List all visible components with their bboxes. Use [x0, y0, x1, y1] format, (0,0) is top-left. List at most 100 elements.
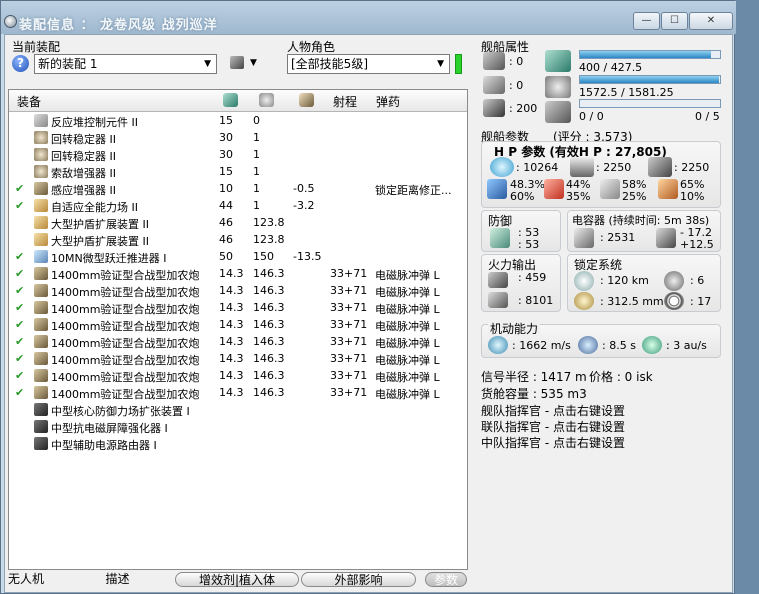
armor-icon — [570, 157, 594, 177]
kinetic-resist-armor: 25% — [622, 190, 647, 203]
fleet-commander[interactable]: 舰队指挥官 - 点击右键设置 — [481, 402, 625, 419]
active-check-icon[interactable]: ✔ — [15, 182, 24, 195]
scan-resolution: : 312.5 mm — [600, 295, 664, 308]
module-cpu: 14.3 — [219, 335, 244, 348]
module-icon — [34, 301, 48, 314]
fit-select[interactable]: 新的装配 1 ▼ — [34, 54, 217, 74]
module-cpu: 50 — [219, 250, 233, 263]
module-powergrid: 146.3 — [253, 267, 285, 280]
mobility-box: 机动能力 : 1662 m/s : 8.5 s : 3 au/s — [481, 320, 721, 358]
table-row[interactable]: 反应堆控制元件 II 15 0 — [9, 112, 467, 129]
app-icon — [4, 15, 17, 28]
module-powergrid: 146.3 — [253, 318, 285, 331]
warp-speed-icon — [642, 336, 662, 354]
table-row[interactable]: 中型核心防御力场扩张装置 I — [9, 401, 467, 418]
table-row[interactable]: ✔ 1400mm验证型合战型加农炮 14.3 146.3 33+71 电磁脉冲弹 L — [9, 265, 467, 282]
squad-commander[interactable]: 中队指挥官 - 点击右键设置 — [481, 434, 625, 451]
table-row[interactable]: ✔ 自适应全能力场 II 44 1 -3.2 — [9, 197, 467, 214]
active-check-icon[interactable]: ✔ — [15, 284, 24, 297]
table-row[interactable]: ✔ 1400mm验证型合战型加农炮 14.3 146.3 33+71 电磁脉冲弹 L — [9, 333, 467, 350]
module-ammo: 电磁脉冲弹 L — [375, 337, 440, 350]
table-row[interactable]: 中型辅助电源路由器 I — [9, 435, 467, 452]
table-row[interactable]: 中型抗电磁屏障强化器 I — [9, 418, 467, 435]
module-powergrid: 146.3 — [253, 335, 285, 348]
explosive-resist-icon — [658, 179, 678, 199]
explosive-resist-armor: 10% — [680, 190, 705, 203]
table-row[interactable]: 索敌增强器 II 15 1 — [9, 163, 467, 180]
table-row[interactable]: ✔ 1400mm验证型合战型加农炮 14.3 146.3 33+71 电磁脉冲弹 L — [9, 299, 467, 316]
active-check-icon[interactable]: ✔ — [15, 335, 24, 348]
active-check-icon[interactable]: ✔ — [15, 352, 24, 365]
calibration-icon — [545, 101, 571, 123]
active-check-icon[interactable]: ✔ — [15, 301, 24, 314]
hp-box: H P 参数 (有效H P : 27,805) : 10264 : 2250 :… — [481, 141, 721, 208]
module-ammo: 电磁脉冲弹 L — [375, 354, 440, 367]
chevron-down-icon: ▼ — [204, 59, 211, 69]
wing-commander[interactable]: 联队指挥官 - 点击右键设置 — [481, 418, 625, 435]
fit-tools-button[interactable]: ▼ — [227, 55, 263, 73]
targeting-box: 锁定系统 : 120 km : 6 : 312.5 mm : 17 — [567, 254, 721, 312]
module-powergrid: 1 — [253, 199, 260, 212]
table-row[interactable]: ✔ 1400mm验证型合战型加农炮 14.3 146.3 33+71 电磁脉冲弹 L — [9, 350, 467, 367]
table-row[interactable]: 回转稳定器 II 30 1 — [9, 146, 467, 163]
module-name: 索敌增强器 II — [51, 167, 116, 180]
table-row[interactable]: ✔ 1400mm验证型合战型加农炮 14.3 146.3 33+71 电磁脉冲弹 L — [9, 282, 467, 299]
table-row[interactable]: 大型护盾扩展装置 II 46 123.8 — [9, 231, 467, 248]
table-row[interactable]: ✔ 1400mm验证型合战型加农炮 14.3 146.3 33+71 电磁脉冲弹 L — [9, 367, 467, 384]
module-cpu: 14.3 — [219, 352, 244, 365]
tab-drones[interactable]: 无人机 — [5, 572, 47, 587]
module-icon — [34, 250, 48, 263]
close-button[interactable]: ✕ — [689, 12, 733, 30]
velocity-icon — [488, 336, 508, 354]
armor-hp: : 2250 — [596, 161, 632, 174]
capacitor-box: 电容器 (持续时间: 5m 38s) : 2531 - 17.2 +12.5 — [567, 210, 721, 252]
module-powergrid: 146.3 — [253, 369, 285, 382]
module-icon — [34, 437, 48, 450]
maximize-button[interactable]: ☐ — [661, 12, 688, 30]
active-check-icon[interactable]: ✔ — [15, 199, 24, 212]
table-row[interactable]: ✔ 1400mm验证型合战型加农炮 14.3 146.3 33+71 电磁脉冲弹 L — [9, 316, 467, 333]
turret-count: : 0 — [509, 55, 524, 68]
module-capacitor: -13.5 — [293, 250, 322, 263]
title-bar[interactable]: 装配信息 ： 龙卷风级 战列巡洋 — ☐ ✕ — [1, 1, 736, 34]
launcher-count: : 0 — [509, 79, 524, 92]
powergrid-icon[interactable] — [259, 93, 274, 107]
character-select[interactable]: [全部技能5级] ▼ — [287, 54, 450, 74]
tab-external[interactable]: 外部影响 — [301, 572, 416, 587]
header-ammo[interactable]: 弹药 — [376, 93, 400, 110]
active-check-icon[interactable]: ✔ — [15, 318, 24, 331]
capacitor-icon[interactable] — [299, 93, 314, 107]
help-icon[interactable]: ? — [12, 55, 29, 72]
module-icon — [34, 216, 48, 229]
cpu-bar — [579, 50, 721, 59]
table-row[interactable]: 大型护盾扩展装置 II 46 123.8 — [9, 214, 467, 231]
module-name: 1400mm验证型合战型加农炮 — [51, 286, 200, 299]
module-cpu: 44 — [219, 199, 233, 212]
max-targets: : 6 — [690, 274, 705, 287]
tab-params[interactable]: 参数 — [425, 572, 467, 587]
module-name: 大型护盾扩展装置 II — [51, 218, 149, 231]
header-module[interactable]: 装备 — [17, 93, 41, 110]
window-title: 装配信息 ： 龙卷风级 战列巡洋 — [19, 18, 218, 33]
module-ammo: 电磁脉冲弹 L — [375, 286, 440, 299]
cpu-icon[interactable] — [223, 93, 238, 107]
active-check-icon[interactable]: ✔ — [15, 369, 24, 382]
kinetic-resist-icon — [600, 179, 620, 199]
ship-tool-icon — [230, 56, 244, 69]
table-row[interactable]: ✔ 1400mm验证型合战型加农炮 14.3 146.3 33+71 电磁脉冲弹 L — [9, 384, 467, 401]
module-icon — [34, 267, 48, 280]
price: 价格 : 0 isk — [589, 370, 653, 384]
module-cpu: 30 — [219, 148, 233, 161]
module-icon — [34, 403, 48, 416]
tab-description[interactable]: 描述 — [90, 572, 145, 587]
tab-implants[interactable]: 增效剂|植入体 — [175, 572, 299, 587]
table-row[interactable]: ✔ 感应增强器 II 10 1 -0.5 锁定距离修正... — [9, 180, 467, 197]
active-check-icon[interactable]: ✔ — [15, 267, 24, 280]
table-row[interactable]: 回转稳定器 II 30 1 — [9, 129, 467, 146]
header-range[interactable]: 射程 — [333, 93, 357, 110]
minimize-button[interactable]: — — [633, 12, 660, 30]
module-powergrid: 1 — [253, 131, 260, 144]
table-row[interactable]: ✔ 10MN微型跃迁推进器 I 50 150 -13.5 — [9, 248, 467, 265]
active-check-icon[interactable]: ✔ — [15, 250, 24, 263]
active-check-icon[interactable]: ✔ — [15, 386, 24, 399]
